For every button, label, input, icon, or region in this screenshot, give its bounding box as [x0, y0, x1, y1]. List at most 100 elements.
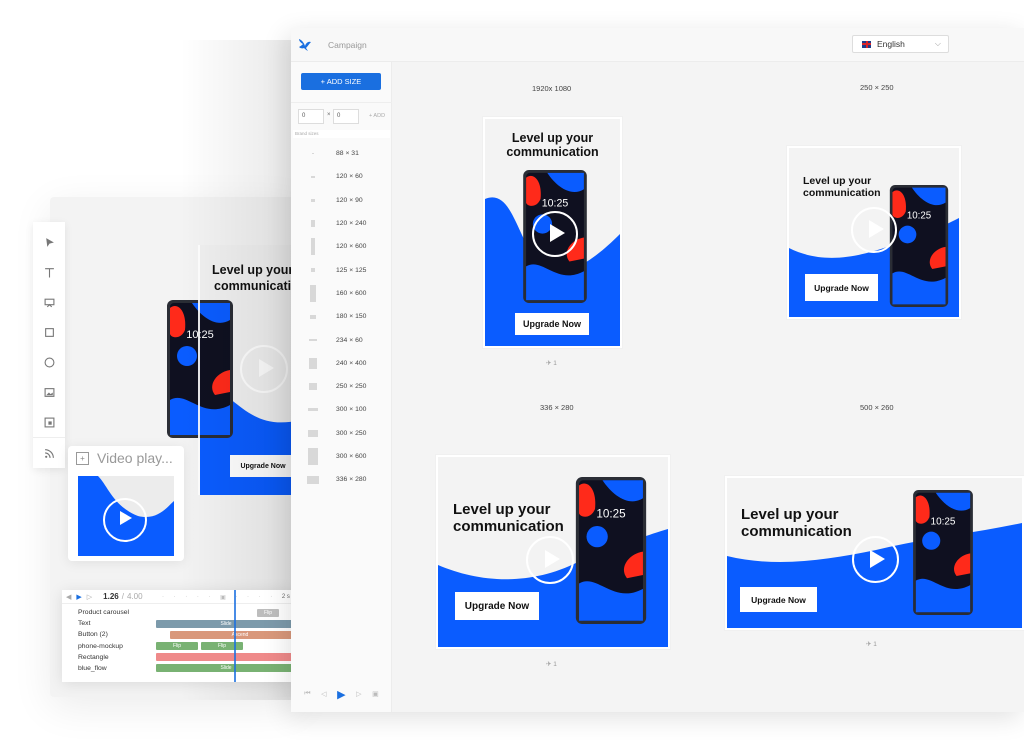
phone-mockup: 10:25 [575, 477, 647, 624]
skip-start-icon[interactable]: ⏮ [304, 690, 310, 698]
cursor-icon [45, 238, 54, 248]
add-custom-size-link[interactable]: + ADD [369, 113, 385, 119]
ad-play-button[interactable] [851, 207, 897, 253]
phone-mockup: 10:25 [913, 490, 973, 615]
layer-name: Rectangle [78, 653, 109, 661]
brand-sizes-label: Brand sizes [293, 130, 390, 138]
timeline-layer-row[interactable]: Button (2) Ascend [62, 629, 294, 640]
height-input[interactable]: 0 [333, 109, 359, 124]
animation-bar[interactable]: Slide [156, 664, 294, 673]
time-separator: / [121, 592, 124, 601]
sidebar-divider [291, 102, 392, 103]
brand-size-item[interactable]: 240 × 400 [291, 352, 392, 375]
brand-size-item[interactable]: 160 × 600 [291, 282, 392, 305]
animation-bar[interactable]: Flip [257, 608, 279, 617]
animation-bar[interactable]: Flip [156, 642, 198, 651]
brand-size-item[interactable]: 180 × 150 [291, 305, 392, 328]
step-back-icon[interactable]: ◀ [66, 593, 71, 601]
circle-icon [44, 357, 54, 368]
campaign-title: Campaign [328, 39, 367, 50]
ad-preview-500x260[interactable]: Level up your communication 10:25 Upgrade… [725, 476, 1024, 630]
preview-image-icon[interactable]: ▣ [372, 690, 379, 698]
ad-headline: Level up your communication [453, 501, 564, 536]
brand-size-item[interactable]: 120 × 90 [291, 189, 392, 212]
animation-bar[interactable]: Ascend [170, 630, 294, 639]
ad-cta-button[interactable]: Upgrade Now [740, 587, 817, 612]
tool-palette [33, 222, 65, 468]
brand-size-item[interactable]: 300 × 600 [291, 445, 392, 468]
preview-size-label: 500 × 260 [860, 403, 894, 412]
brand-size-item[interactable]: 125 × 125 [291, 258, 392, 281]
animation-timeline: ◀ ▶ ▷ 1.26 / 4.00 · · · · · ▣ · · · · 2 s Product … [62, 590, 294, 682]
cast-tool[interactable] [33, 288, 65, 318]
timeline-layer-row[interactable]: Text Slide [62, 618, 294, 629]
timeline-layer-row[interactable]: blue_flow Slide [62, 663, 294, 674]
step-back-icon[interactable]: ◁ [321, 690, 326, 698]
video-play-button[interactable] [103, 498, 147, 542]
timeline-play-button[interactable]: ▶ [76, 593, 81, 601]
ad-play-button[interactable] [526, 536, 574, 584]
timeline-layer-row[interactable]: phone-mockup Flip Flip [62, 641, 294, 652]
total-duration: 4.00 [126, 592, 143, 601]
brand-size-item[interactable]: 250 × 250 [291, 375, 392, 398]
step-forward-icon[interactable]: ▷ [87, 593, 92, 601]
phone-mockup: 10:25 [889, 185, 949, 307]
brand-size-item[interactable]: 300 × 100 [291, 398, 392, 421]
ad-play-button[interactable] [852, 536, 899, 583]
animation-bar[interactable] [156, 653, 294, 662]
text-tool[interactable] [33, 258, 65, 288]
timeline-layer-row[interactable]: Rectangle [62, 652, 294, 663]
ellipse-tool[interactable] [33, 348, 65, 378]
width-input[interactable]: 0 [298, 109, 324, 124]
brand-size-label: 120 × 240 [336, 220, 367, 228]
brand-size-item[interactable]: 88 × 31 [291, 142, 392, 165]
brand-size-label: 160 × 600 [336, 289, 367, 297]
timeline-playhead[interactable] [234, 590, 236, 682]
timeline-layer-row[interactable]: Product carousel Flip [62, 607, 294, 618]
brand-size-label: 336 × 280 [336, 476, 367, 484]
add-size-button[interactable]: + ADD SIZE [301, 73, 381, 90]
ad-preview-250x250[interactable]: Level up your communication 10:25 Upgrade… [787, 146, 961, 319]
language-select[interactable]: English ⌵ [852, 35, 949, 53]
ad-preview-336x280[interactable]: Level up your communication 10:25 Upgrade… [436, 455, 670, 649]
step-forward-icon[interactable]: ▷ [356, 690, 361, 698]
brand-size-label: 300 × 250 [336, 429, 367, 437]
layer-name: Text [78, 620, 91, 628]
ad-cta-button[interactable]: Upgrade Now [515, 313, 589, 335]
widget-tool[interactable] [33, 407, 65, 437]
animation-bar[interactable]: Slide [156, 619, 294, 628]
top-bar: Campaign English ⌵ [291, 28, 1024, 62]
brand-size-item[interactable]: 120 × 240 [291, 212, 392, 235]
brand-size-label: 120 × 600 [336, 243, 367, 251]
brand-size-label: 125 × 125 [336, 266, 367, 274]
brand-size-item[interactable]: 120 × 60 [291, 165, 392, 188]
video-player-widget[interactable]: + Video play... [68, 446, 184, 561]
animation-bar[interactable]: Flip [201, 642, 243, 651]
layer-name: Product carousel [78, 609, 130, 617]
brand-size-item[interactable]: 120 × 600 [291, 235, 392, 258]
ad-play-button[interactable] [532, 211, 578, 257]
feed-tool[interactable] [33, 438, 65, 468]
timeline-ruler: · · · · · ▣ · · · · 2 s [162, 594, 290, 601]
brand-size-item[interactable]: 300 × 250 [291, 422, 392, 445]
select-tool[interactable] [33, 228, 65, 258]
brand-size-item[interactable]: 234 × 60 [291, 328, 392, 351]
brand-size-label: 240 × 400 [336, 359, 367, 367]
play-icon[interactable]: ▶ [337, 688, 345, 701]
brand-size-item[interactable]: 336 × 280 [291, 468, 392, 491]
ad-cta-button[interactable]: Upgrade Now [805, 274, 878, 301]
language-label: English [877, 39, 905, 49]
image-tool[interactable] [33, 377, 65, 407]
rectangle-tool[interactable] [33, 318, 65, 348]
svg-text:10:25: 10:25 [931, 516, 956, 527]
ad-headline: Level up your communication [741, 506, 852, 541]
ad-preview-1920x1080[interactable]: Level up your communication 10:25 Upgrade… [483, 117, 622, 348]
preview-size-label: 336 × 280 [540, 403, 574, 412]
preview-count: ✈ 1 [546, 661, 557, 668]
preview-count: ✈ 1 [546, 360, 557, 367]
brand-size-list: 88 × 31 120 × 60 120 × 90 120 × 240 120 × 60… [291, 142, 392, 491]
sizes-sidebar: + ADD SIZE 0 × 0 + ADD Brand sizes 88 × … [291, 62, 392, 712]
butterfly-logo-icon[interactable] [297, 37, 313, 53]
video-thumbnail[interactable] [78, 476, 174, 556]
ad-cta-button[interactable]: Upgrade Now [455, 592, 539, 620]
